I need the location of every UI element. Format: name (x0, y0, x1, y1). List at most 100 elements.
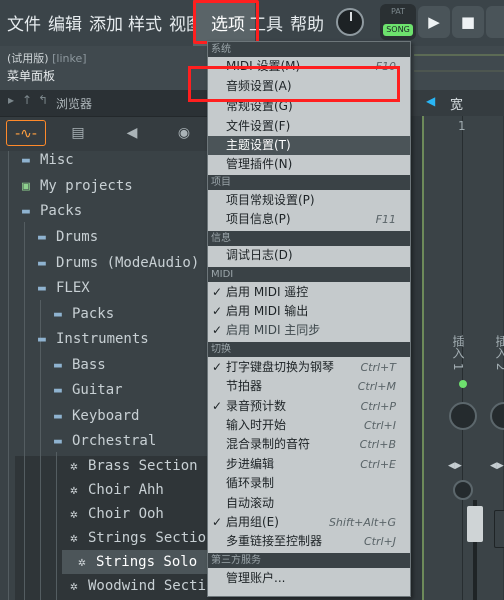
menu-item-general-settings[interactable]: 常规设置(G) (208, 97, 410, 116)
menu-item-shortcut: Ctrl+J (363, 535, 396, 548)
menu-item-project-info[interactable]: 项目信息(P) F11 (208, 210, 410, 229)
menu-item-shortcut: Ctrl+B (359, 438, 396, 451)
menu-item-label: 启用 MIDI 遥控 (226, 285, 309, 299)
stereo-separation-icon[interactable]: ◀▶ (490, 461, 504, 471)
tree-item-drums-modeaudio[interactable]: ▬ Drums (ModeAudio) (38, 251, 199, 275)
tree-item-misc[interactable]: ▬ Misc (22, 148, 74, 172)
tree-item-label: Strings Solo (96, 554, 198, 570)
menu-item-midi-master-sync[interactable]: ✓ 启用 MIDI 主同步 (208, 321, 410, 340)
tree-item-my-projects[interactable]: ▣ My projects (22, 174, 133, 198)
gear-icon: ✲ (78, 555, 86, 570)
menu-item-typing-keyboard[interactable]: ✓ 打字键盘切换为钢琴 Ctrl+T (208, 358, 410, 377)
menu-item-multilink-controllers[interactable]: 多重链接至控制器 Ctrl+J (208, 532, 410, 551)
tree-item-label: Misc (40, 152, 74, 168)
stereo-knob[interactable] (453, 480, 473, 500)
menu-item-label: MIDI 设置(M) (226, 59, 301, 73)
tab-plugin-database[interactable]: ◀ (112, 120, 152, 146)
tree-item-flex-packs[interactable]: ▬ Packs (54, 302, 114, 326)
menu-item-audio-settings[interactable]: 音频设置(A) (208, 77, 410, 96)
menu-item-label: 项目常规设置(P) (226, 193, 315, 207)
menu-item-start-on-input[interactable]: 输入时开始 Ctrl+I (208, 416, 410, 435)
menu-item-file-settings[interactable]: 文件设置(F) (208, 117, 410, 136)
menu-item-midi-settings[interactable]: MIDI 设置(M) F10 (208, 57, 410, 76)
folder-icon: ▬ (54, 409, 62, 424)
menu-item-midi-remote[interactable]: ✓ 启用 MIDI 遥控 (208, 283, 410, 302)
tree-item-strings-section[interactable]: ✲ Strings Section (70, 526, 214, 550)
checkmark-icon: ✓ (212, 323, 223, 337)
tree-item-bass[interactable]: ▬ Bass (54, 353, 106, 377)
tree-item-flex[interactable]: ▬ FLEX (38, 276, 90, 300)
menu-options[interactable]: 选项 (211, 10, 245, 35)
tree-item-keyboard[interactable]: ▬ Keyboard (54, 404, 139, 428)
insert-2-fader[interactable] (494, 510, 504, 548)
menu-patterns[interactable]: 样式 (128, 10, 162, 35)
arrow-up-icon[interactable]: ↑ (22, 93, 32, 107)
tree-item-orchestral[interactable]: ▬ Orchestral (54, 429, 156, 453)
gear-icon: ✲ (70, 459, 78, 474)
pat-song-toggle[interactable]: PAT SONG (380, 4, 416, 40)
play-button[interactable]: ▶ (418, 6, 450, 38)
tree-item-instruments[interactable]: ▬ Instruments (38, 327, 149, 351)
tree-item-choir-ahh[interactable]: ✲ Choir Ahh (70, 478, 164, 502)
menu-item-blend-notes[interactable]: 混合录制的音符 Ctrl+B (208, 435, 410, 454)
menu-view[interactable]: 视图 (169, 10, 193, 35)
menu-item-manage-account[interactable]: 管理账户... (208, 569, 410, 588)
menu-item-label: 管理插件(N) (226, 157, 293, 171)
menu-tools[interactable]: 工具 (249, 10, 283, 35)
menu-item-label: 音频设置(A) (226, 79, 292, 93)
tree-item-strings-solo[interactable]: ✲ Strings Solo (62, 550, 210, 574)
browser-collapse-icon[interactable]: ▸ (8, 93, 14, 107)
menu-item-label: 调试日志(D) (226, 248, 293, 262)
menu-item-midi-output[interactable]: ✓ 启用 MIDI 输出 (208, 302, 410, 321)
tab-current-project[interactable]: ▤ (58, 120, 98, 146)
menu-item-enable-groups[interactable]: ✓ 启用组(E) Shift+Alt+G (208, 513, 410, 532)
menu-item-label: 多重链接至控制器 (226, 534, 323, 548)
menu-item-countdown[interactable]: ✓ 录音预计数 Ctrl+P (208, 397, 410, 416)
menu-item-debug-log[interactable]: 调试日志(D) (208, 246, 410, 265)
menu-edit[interactable]: 编辑 (48, 10, 82, 35)
menu-file[interactable]: 文件 (7, 10, 41, 35)
menu-item-label: 循环录制 (226, 476, 275, 490)
stereo-separation-icon[interactable]: ◀▶ (448, 461, 462, 471)
undo-arrow-icon[interactable]: ↰ (38, 93, 48, 107)
play-icon: ▶ (428, 13, 440, 31)
tree-item-choir-ooh[interactable]: ✲ Choir Ooh (70, 502, 164, 526)
document-icon: ▤ (71, 125, 85, 141)
tab-online[interactable]: ◉ (164, 120, 204, 146)
menu-item-project-general[interactable]: 项目常规设置(P) (208, 191, 410, 210)
menu-item-step-edit[interactable]: 步进编辑 Ctrl+E (208, 455, 410, 474)
tree-item-packs[interactable]: ▬ Packs (22, 199, 82, 223)
stop-button[interactable]: ■ (452, 6, 484, 38)
menu-help[interactable]: 帮助 (290, 10, 324, 35)
waveform-icon: -∿- (15, 126, 37, 142)
section-system: 系统 (208, 42, 410, 57)
menu-item-loop-record[interactable]: 循环录制 (208, 474, 410, 493)
menu-item-manage-plugins[interactable]: 管理插件(N) (208, 155, 410, 174)
record-button[interactable] (486, 6, 504, 38)
menu-item-shortcut: Ctrl+T (360, 361, 396, 374)
insert-1-label: 插入 1 (451, 335, 465, 371)
folder-icon: ▬ (38, 256, 46, 271)
insert-1-led[interactable] (459, 380, 467, 388)
tree-item-guitar[interactable]: ▬ Guitar (54, 378, 123, 402)
menu-item-theme-settings[interactable]: 主题设置(T) (208, 136, 410, 155)
user-label: [linke] (52, 52, 87, 65)
tree-item-label: Packs (72, 306, 115, 322)
menu-item-auto-scroll[interactable]: 自动滚动 (208, 494, 410, 513)
folder-icon: ▬ (22, 153, 30, 168)
tree-guide-line (24, 222, 25, 600)
tree-item-label: Strings Section (88, 530, 215, 546)
menu-item-label: 输入时开始 (226, 418, 287, 432)
folder-icon: ▬ (54, 434, 62, 449)
menu-item-metronome[interactable]: 节拍器 Ctrl+M (208, 377, 410, 396)
tab-all[interactable]: -∿- (6, 120, 46, 146)
tree-item-woodwind-section[interactable]: ✲ Woodwind Section (70, 574, 223, 598)
menu-add[interactable]: 添加 (89, 10, 123, 35)
mixer-view-label[interactable]: 宽 (450, 94, 463, 113)
tree-item-label: Keyboard (72, 408, 140, 424)
tree-item-brass-section[interactable]: ✲ Brass Section (70, 454, 198, 478)
master-volume-knob[interactable] (336, 8, 364, 36)
insert-1-pan-knob[interactable] (449, 402, 477, 430)
insert-1-fader[interactable] (467, 506, 483, 542)
tree-item-drums[interactable]: ▬ Drums (38, 225, 98, 249)
